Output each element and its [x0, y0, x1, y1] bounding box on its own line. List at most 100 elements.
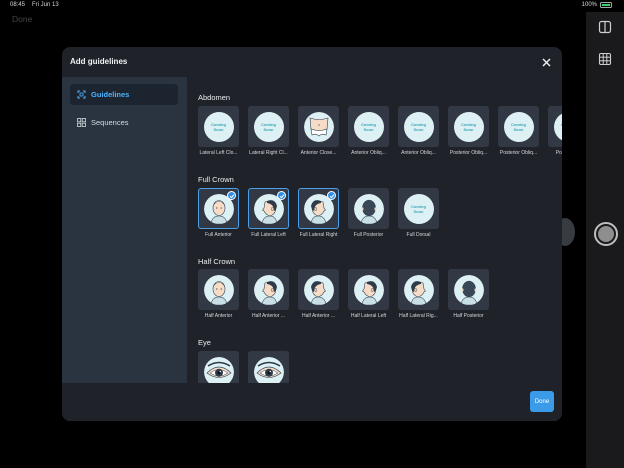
coming-soon-text: ComingSoon [511, 122, 526, 132]
background-done-button[interactable]: Done [12, 14, 32, 24]
guideline-tile-half-anterior[interactable]: Half Anterior [198, 269, 239, 325]
coming-soon-line: Coming [261, 121, 276, 127]
checkmark-icon [327, 191, 336, 200]
tile-label: Lateral Left Clo... [199, 150, 238, 156]
coming-soon-text: ComingSoon [361, 122, 376, 132]
tile-label: Full Posterior [353, 232, 384, 238]
coming-soon-badge: ComingSoon [253, 111, 284, 142]
guideline-tile-full-posterior[interactable]: Full Posterior [348, 188, 389, 244]
coming-soon-badge: ComingSoon [503, 111, 534, 142]
tile-thumbnail [198, 269, 239, 310]
tile-thumbnail: ComingSoon [548, 106, 562, 147]
eye-icon [203, 356, 234, 383]
coming-soon-badge: ComingSoon [403, 193, 434, 224]
tile-label: Half Posterior [453, 313, 484, 319]
tile-thumbnail [448, 269, 489, 310]
guideline-tile-posterior-obliq[interactable]: Coming Soon Posterior Obliq... [448, 106, 489, 162]
coming-soon-text: ComingSoon [461, 122, 476, 132]
status-time: 08:45 [10, 2, 26, 8]
tile-thumbnail [298, 106, 339, 147]
head-right-icon [303, 274, 334, 305]
section-row: Coming Soon Lateral Left Clo... Coming Soon L… [198, 106, 562, 162]
battery-percent: 100% [581, 2, 597, 8]
head-back-icon [453, 274, 484, 305]
guideline-tile-anterior-obliq[interactable]: Coming Soon Anterior Obliq... [348, 106, 389, 162]
tile-thumbnail [298, 269, 339, 310]
guideline-tile-half-posterior[interactable]: Half Posterior [448, 269, 489, 325]
coming-soon-badge: ComingSoon [403, 111, 434, 142]
guideline-tile-full-dorsal[interactable]: Coming Soon Full Dorsal [398, 188, 439, 244]
battery-status: 100% [582, 2, 612, 8]
section-row: Full Anterior Full Lateral Left Full Later… [198, 188, 562, 244]
coming-soon-line: Coming [411, 121, 426, 127]
guideline-tile-half-lateral-rig[interactable]: Half Lateral Rig... [398, 269, 439, 325]
sidebar-item-sequences[interactable]: Sequences [70, 112, 178, 133]
guidelines-content: Abdomen Coming Soon Lateral Left Clo... Com… [187, 77, 562, 383]
guideline-tile-anterior-close[interactable]: Anterior Close... [298, 106, 339, 162]
guideline-frame-icon [77, 90, 86, 99]
tile-thumbnail [348, 269, 389, 310]
tile-thumbnail [248, 269, 289, 310]
tile-thumbnail: ComingSoon [498, 106, 539, 147]
guideline-tile-full-lateral-right[interactable]: Full Lateral Right [298, 188, 339, 244]
grid-icon [77, 118, 86, 127]
guideline-tile-full-lateral-left[interactable]: Full Lateral Left [248, 188, 289, 244]
coming-soon-line: Coming [361, 121, 376, 127]
coming-soon-line: Coming [411, 203, 426, 209]
modal-header: Add guidelines [62, 47, 562, 77]
head-left-icon [253, 274, 284, 305]
sidebar-item-guidelines[interactable]: Guidelines [70, 84, 178, 105]
battery-icon [600, 2, 612, 8]
guideline-tile-posterior[interactable]: ComingSoon Posterior ... [548, 106, 562, 162]
abdomen-icon [303, 111, 334, 142]
guideline-tile-tile[interactable] [248, 351, 289, 383]
tile-thumbnail: ComingSoon [398, 106, 439, 147]
tile-thumbnail: ComingSoon [398, 188, 439, 229]
section-title-eye: Eye [198, 338, 211, 347]
tile-label: Full Anterior [205, 232, 232, 238]
tile-label: Half Anterior ... [251, 313, 286, 319]
tile-thumbnail: ComingSoon [198, 106, 239, 147]
coming-soon-text: ComingSoon [261, 122, 276, 132]
shutter-button[interactable] [594, 222, 618, 246]
head-front-icon [203, 274, 234, 305]
done-button[interactable]: Done [530, 391, 554, 412]
tile-label: Posterior Obliq... [449, 150, 488, 156]
coming-soon-badge: ComingSoon [203, 111, 234, 142]
guideline-tile-full-anterior[interactable]: Full Anterior [198, 188, 239, 244]
coming-soon-line: Coming [561, 122, 562, 127]
coming-soon-line: Soon [263, 126, 274, 132]
section-title-full-crown: Full Crown [198, 175, 234, 184]
coming-soon-badge: ComingSoon [453, 111, 484, 142]
tile-thumbnail [198, 188, 239, 229]
tile-thumbnail: ComingSoon [448, 106, 489, 147]
section-row [198, 351, 562, 383]
checkmark-icon [227, 191, 236, 200]
tile-label: Posterior ... [555, 150, 562, 156]
guideline-tile-lateral-left-clo[interactable]: Coming Soon Lateral Left Clo... [198, 106, 239, 162]
close-button[interactable] [540, 56, 552, 68]
coming-soon-text: ComingSoon [411, 204, 426, 214]
coming-soon-line: Soon [213, 126, 224, 132]
guideline-tile-half-anterior[interactable]: Half Anterior ... [298, 269, 339, 325]
guideline-tile-half-lateral-left[interactable]: Half Lateral Left [348, 269, 389, 325]
tile-label: Posterior Obliq... [499, 150, 538, 156]
coming-soon-line: Soon [413, 208, 424, 214]
grid-overlay-icon[interactable] [597, 51, 613, 67]
sidebar: Guidelines Sequences [62, 77, 187, 383]
tile-label: Anterior Obliq... [351, 150, 386, 156]
tile-label: Full Lateral Right [299, 232, 338, 238]
status-date: Fri Jun 13 [32, 2, 59, 8]
tile-thumbnail: ComingSoon [348, 106, 389, 147]
eye-icon [253, 356, 284, 383]
coming-soon-line: Soon [561, 127, 562, 132]
guideline-tile-lateral-right-cl[interactable]: Coming Soon Lateral Right Cl... [248, 106, 289, 162]
camera-flip-icon[interactable] [597, 19, 613, 35]
tile-label: Half Lateral Left [350, 313, 387, 319]
tile-thumbnail [198, 351, 239, 383]
guideline-tile-posterior-obliq[interactable]: Coming Soon Posterior Obliq... [498, 106, 539, 162]
tile-thumbnail [398, 269, 439, 310]
guideline-tile-tile[interactable] [198, 351, 239, 383]
guideline-tile-half-anterior[interactable]: Half Anterior ... [248, 269, 289, 325]
guideline-tile-anterior-obliq[interactable]: Coming Soon Anterior Obliq... [398, 106, 439, 162]
